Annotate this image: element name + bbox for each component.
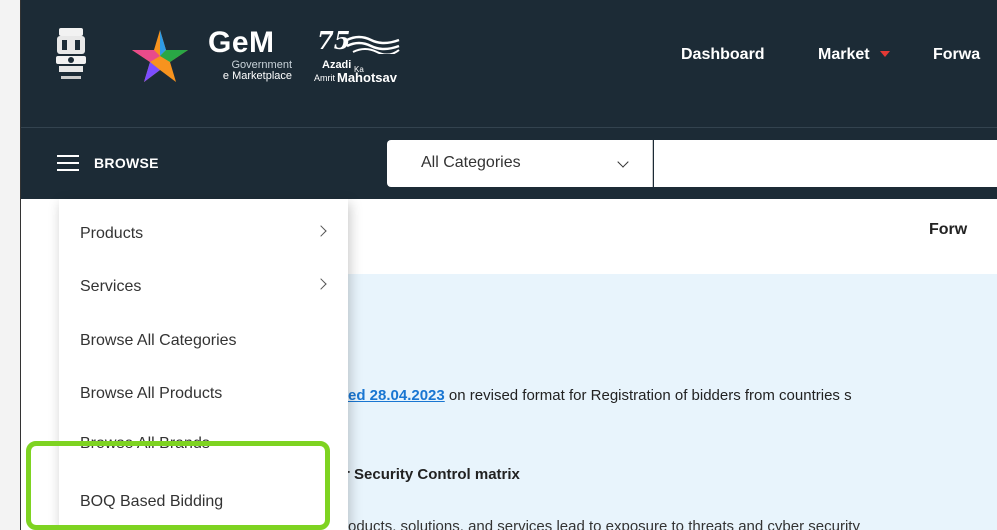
category-select[interactable]: All Categories — [387, 140, 653, 187]
nav-market-label: Market — [818, 46, 870, 63]
national-emblem-icon — [56, 28, 86, 79]
browse-button[interactable]: BROWSE — [94, 155, 159, 171]
notice-line: ted 28.04.2023 on revised format for Reg… — [343, 387, 852, 404]
amrit-word: Amrit — [314, 73, 335, 83]
forward-auction-heading: Forw — [929, 221, 968, 238]
site-header: GeM Government e Marketplace 75 Azadi Ka… — [21, 0, 997, 127]
browse-bar: BROWSE All Categories — [21, 127, 997, 199]
nav-market[interactable]: Market — [818, 46, 890, 64]
menu-item-boq-based-bidding[interactable]: BOQ Based Bidding — [59, 467, 348, 520]
app-frame: GeM Government e Marketplace 75 Azadi Ka… — [20, 0, 997, 530]
menu-item-products[interactable]: Products — [59, 199, 348, 252]
gem-logo-icon — [132, 30, 188, 82]
caret-down-icon — [879, 51, 890, 57]
azadi-ka-amrit-mahotsav-logo: 75 Azadi Ka Amrit Mahotsav — [311, 26, 411, 90]
flag-wave-icon — [346, 35, 400, 54]
gem-subtitle: Government e Marketplace — [202, 60, 292, 82]
menu-item-label: Services — [80, 278, 142, 295]
security-heading: r Security Control matrix — [344, 466, 520, 483]
gem-subtitle-line2: e Marketplace — [222, 70, 292, 82]
security-description: oducts, solutions, and services lead to … — [348, 518, 860, 530]
search-input[interactable] — [654, 140, 997, 187]
menu-item-browse-all-categories[interactable]: Browse All Categories — [59, 306, 348, 359]
chevron-right-icon — [315, 278, 327, 290]
menu-item-label: Browse All Brands — [80, 435, 210, 452]
category-select-value: All Categories — [421, 154, 521, 171]
gem-title: GeM — [208, 26, 275, 59]
hamburger-menu-icon[interactable] — [57, 155, 79, 171]
chevron-down-icon — [617, 156, 629, 168]
browse-dropdown-menu: Products Services Browse All Categories … — [59, 199, 348, 530]
menu-item-browse-all-brands[interactable]: Browse All Brands — [59, 413, 348, 466]
nav-dashboard[interactable]: Dashboard — [681, 46, 765, 64]
notice-link[interactable]: ted 28.04.2023 — [343, 387, 445, 404]
menu-item-label: BOQ Based Bidding — [80, 493, 224, 510]
menu-item-label: Products — [80, 225, 144, 242]
nav-forward-auction[interactable]: Forwa — [933, 46, 980, 64]
menu-item-label: Browse All Categories — [80, 332, 237, 349]
menu-item-services[interactable]: Services — [59, 252, 348, 305]
menu-item-label: Browse All Products — [80, 385, 223, 402]
notice-text: on revised format for Registration of bi… — [444, 387, 852, 404]
menu-item-browse-all-products[interactable]: Browse All Products — [59, 359, 348, 412]
chevron-right-icon — [315, 225, 327, 237]
mahotsav-word: Mahotsav — [337, 70, 397, 85]
